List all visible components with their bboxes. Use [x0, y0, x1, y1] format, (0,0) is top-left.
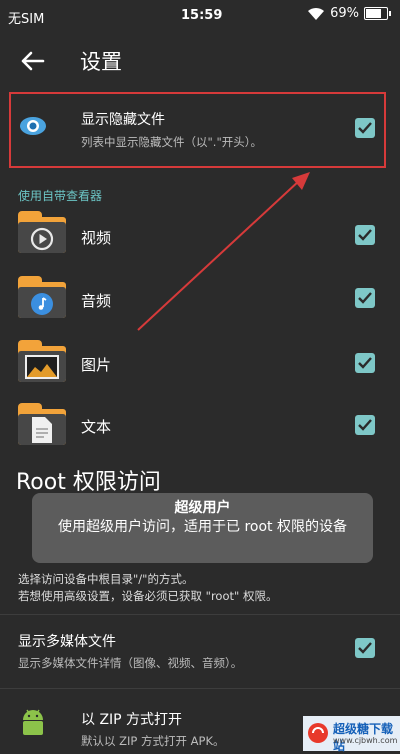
audio-folder-icon [18, 276, 66, 318]
zip-open-subtitle: 默认以 ZIP 方式打开 APK。 [81, 734, 225, 748]
viewer-item-label: 文本 [81, 418, 112, 436]
viewer-item-label: 视频 [81, 229, 112, 247]
divider [0, 688, 400, 689]
document-icon [32, 417, 52, 443]
show-media-checkbox[interactable] [355, 638, 375, 658]
toast-title: 超级用户 [174, 500, 231, 516]
root-section-title: Root 权限访问 [16, 470, 161, 495]
music-note-icon [31, 293, 53, 315]
viewer-item-label: 图片 [81, 356, 112, 374]
viewer-section-title: 使用自带查看器 [18, 189, 103, 203]
image-checkbox[interactable] [355, 353, 375, 373]
divider [0, 614, 400, 615]
audio-checkbox[interactable] [355, 288, 375, 308]
superuser-toast: 超级用户 使用超级用户访问，适用于已 root 权限的设备 [32, 493, 373, 563]
android-icon [23, 709, 43, 735]
viewer-item-label: 音频 [81, 292, 112, 310]
watermark-logo-icon [308, 723, 328, 743]
toast-message: 使用超级用户访问，适用于已 root 权限的设备 [58, 519, 347, 535]
picture-icon [25, 355, 59, 379]
image-folder-icon [18, 340, 66, 382]
text-folder-icon [18, 403, 66, 445]
video-checkbox[interactable] [355, 225, 375, 245]
root-description-line: 选择访问设备中根目录"/"的方式。 [18, 572, 194, 586]
show-media-subtitle: 显示多媒体文件详情（图像、视频、音频）。 [18, 656, 243, 670]
text-checkbox[interactable] [355, 415, 375, 435]
site-watermark: 超级糖下载站 www.cjbwh.com [303, 716, 400, 753]
video-play-icon [30, 227, 54, 251]
zip-open-title: 以 ZIP 方式打开 [81, 712, 183, 728]
show-media-title: 显示多媒体文件 [18, 634, 116, 650]
root-description-line: 若想使用高级设置，设备必须已获取 "root" 权限。 [18, 589, 278, 603]
video-folder-icon [18, 211, 66, 253]
watermark-url: www.cjbwh.com [333, 736, 398, 745]
